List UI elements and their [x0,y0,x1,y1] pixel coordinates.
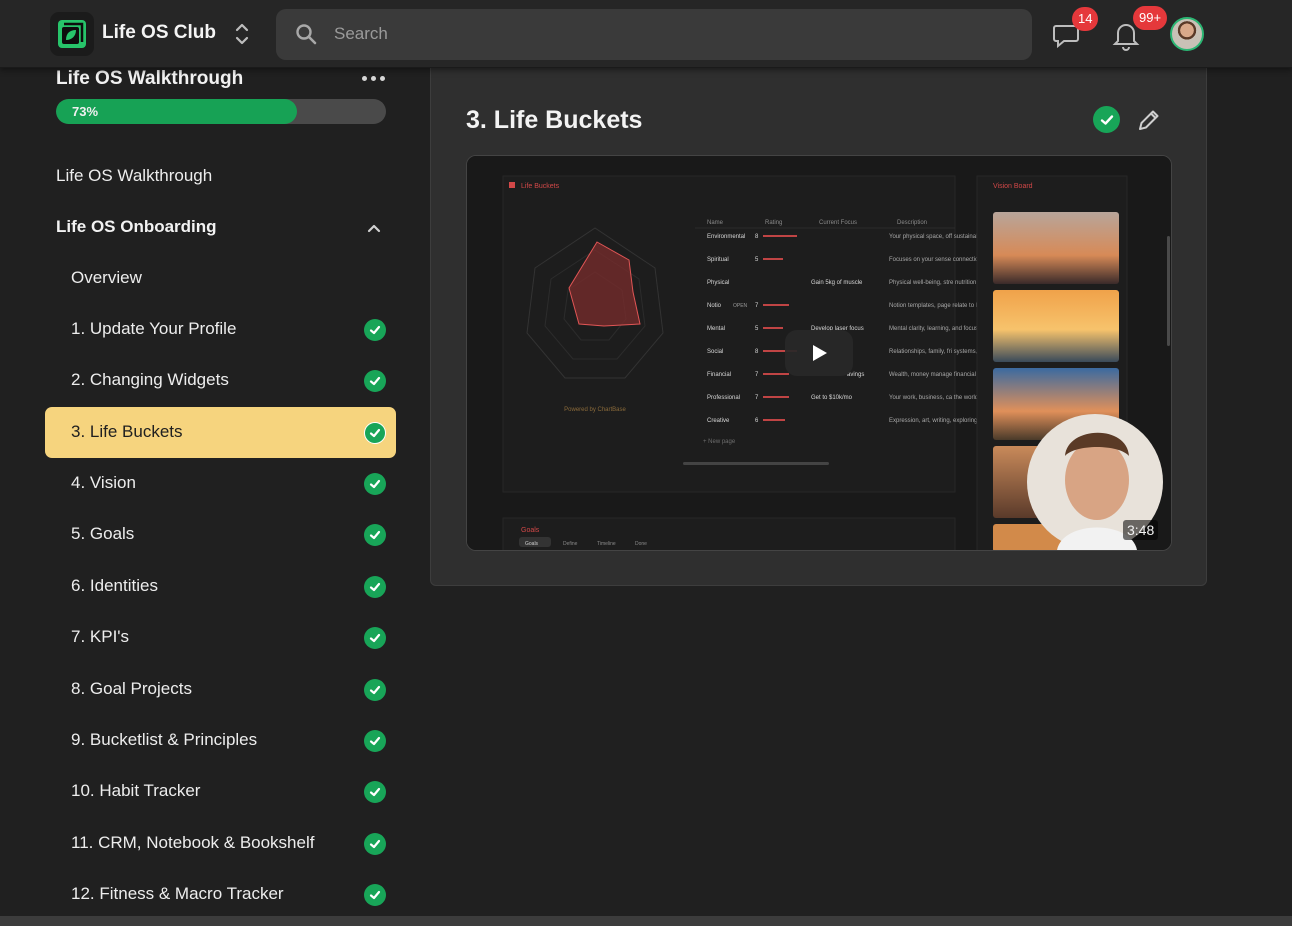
check-circle-icon [364,524,386,546]
club-logo-icon[interactable] [50,12,94,56]
lesson-label: 9. Bucketlist & Principles [71,730,258,749]
col-name: Name [707,220,724,226]
lesson-item-identities[interactable]: 6. Identities [45,561,396,612]
search-icon [294,22,318,51]
goals-tab: Define [563,541,578,547]
chevron-up-icon [366,220,382,240]
check-circle-icon [364,833,386,855]
lesson-item-fitness-macro-tracker[interactable]: 12. Fitness & Macro Tracker [45,869,396,918]
notifications-count-badge: 99+ [1133,6,1168,30]
lesson-label: 8. Goal Projects [71,679,192,698]
play-icon [813,345,827,361]
more-options-icon[interactable] [362,72,388,84]
row-name: Creative [707,418,730,424]
search-input[interactable] [334,19,1014,49]
col-rating: Rating [765,220,782,226]
row-name: Professional [707,395,740,401]
lesson-item-goals[interactable]: 5. Goals [45,509,396,560]
club-switcher-chevrons-icon[interactable] [232,20,252,48]
vision-image-sea [993,290,1119,362]
row-desc: Mental clarity, learning, and focus [889,326,978,332]
lesson-label: 4. Vision [71,473,136,492]
check-circle-icon [364,730,386,752]
check-circle-icon [364,370,386,392]
new-page-link: + New page [703,439,736,445]
top-header: Life OS Club 14 99+ [0,0,1292,68]
lesson-item-update-your-profile[interactable]: 1. Update Your Profile [45,304,396,355]
check-circle-icon [364,319,386,341]
search-bar[interactable] [276,9,1032,60]
course-title: Life OS Walkthrough [56,68,244,89]
vision-title: Vision Board [993,183,1033,190]
row-desc: Your work, business, ca the world [889,395,978,401]
goals-title: Goals [521,527,540,534]
row-name: Physical [707,280,729,286]
powered-by-text: Powered by ChartBase [564,407,626,413]
check-circle-icon [364,576,386,598]
lesson-label: 5. Goals [71,524,135,543]
lesson-video-player[interactable]: Life Buckets Powered by ChartBase Name R… [466,155,1172,551]
lesson-item-life-buckets[interactable]: 3. Life Buckets [45,407,396,458]
col-description: Description [897,220,927,226]
goals-tab: Goals [525,541,539,547]
lesson-item-bucketlist-principles[interactable]: 9. Bucketlist & Principles [45,715,396,766]
edit-lesson-button[interactable] [1136,107,1162,138]
section-life-os-onboarding[interactable]: Life OS Onboarding [56,217,386,239]
row-open-tag: OPEN [733,303,748,309]
lesson-title: 3. Life Buckets [466,106,643,134]
lesson-item-kpis[interactable]: 7. KPI's [45,612,396,663]
lesson-item-habit-tracker[interactable]: 10. Habit Tracker [45,766,396,817]
club-name[interactable]: Life OS Club [102,22,216,44]
messages-count-badge: 14 [1072,7,1099,31]
lesson-label: 6. Identities [71,576,158,595]
goals-tab: Timeline [597,541,616,547]
row-name: Financial [707,372,731,378]
pencil-icon [1139,110,1159,130]
goals-tab: Done [635,541,647,547]
embedded-panel-title: Life Buckets [521,183,560,190]
vision-image-airplane [993,212,1119,284]
check-circle-icon [364,781,386,803]
lesson-label: 11. CRM, Notebook & Bookshelf [71,833,315,852]
check-circle-icon [364,627,386,649]
row-name: Spiritual [707,257,729,263]
section-title: Life OS Onboarding [56,217,217,236]
lesson-item-vision[interactable]: 4. Vision [45,458,396,509]
row-name: Social [707,349,723,355]
horizontal-scrollbar[interactable] [0,916,1292,926]
play-button[interactable] [785,330,853,376]
lesson-label: Overview [71,268,142,287]
check-circle-icon [364,473,386,495]
row-name: Notio [707,303,722,309]
lesson-label: 1. Update Your Profile [71,319,237,338]
lesson-item-goal-projects[interactable]: 8. Goal Projects [45,664,396,715]
lesson-label: 10. Habit Tracker [71,781,201,800]
row-focus: Gain 5kg of muscle [811,280,863,286]
lesson-label: 12. Fitness & Macro Tracker [71,884,284,903]
mark-complete-button[interactable] [1093,106,1120,133]
lesson-label: 2. Changing Widgets [71,370,229,389]
check-circle-icon [364,422,386,444]
lesson-label: 3. Life Buckets [71,422,183,441]
row-name: Environmental [707,234,745,240]
lesson-card: 3. Life Buckets Life Buckets Powered by … [430,60,1207,586]
user-avatar[interactable] [1170,17,1204,51]
lesson-item-overview[interactable]: Overview [45,253,396,304]
lesson-item-crm-notebook-bookshelf[interactable]: 11. CRM, Notebook & Bookshelf [45,818,396,869]
course-sidebar: Life OS Walkthrough 73% Life OS Walkthro… [0,68,430,918]
col-focus: Current Focus [819,220,857,226]
row-focus: avings [847,372,864,378]
check-circle-icon [364,679,386,701]
check-icon [1100,114,1113,125]
progress-label: 73% [72,104,99,119]
lesson-label: 7. KPI's [71,627,130,646]
video-duration: 3:48 [1123,520,1159,540]
row-name: Mental [707,326,725,332]
lesson-item-changing-widgets[interactable]: 2. Changing Widgets [45,355,396,406]
course-progress-bar: 73% [56,99,386,124]
nav-link-life-os-walkthrough[interactable]: Life OS Walkthrough [56,166,212,186]
check-circle-icon [364,884,386,906]
row-focus: Get to $10k/mo [811,395,853,401]
